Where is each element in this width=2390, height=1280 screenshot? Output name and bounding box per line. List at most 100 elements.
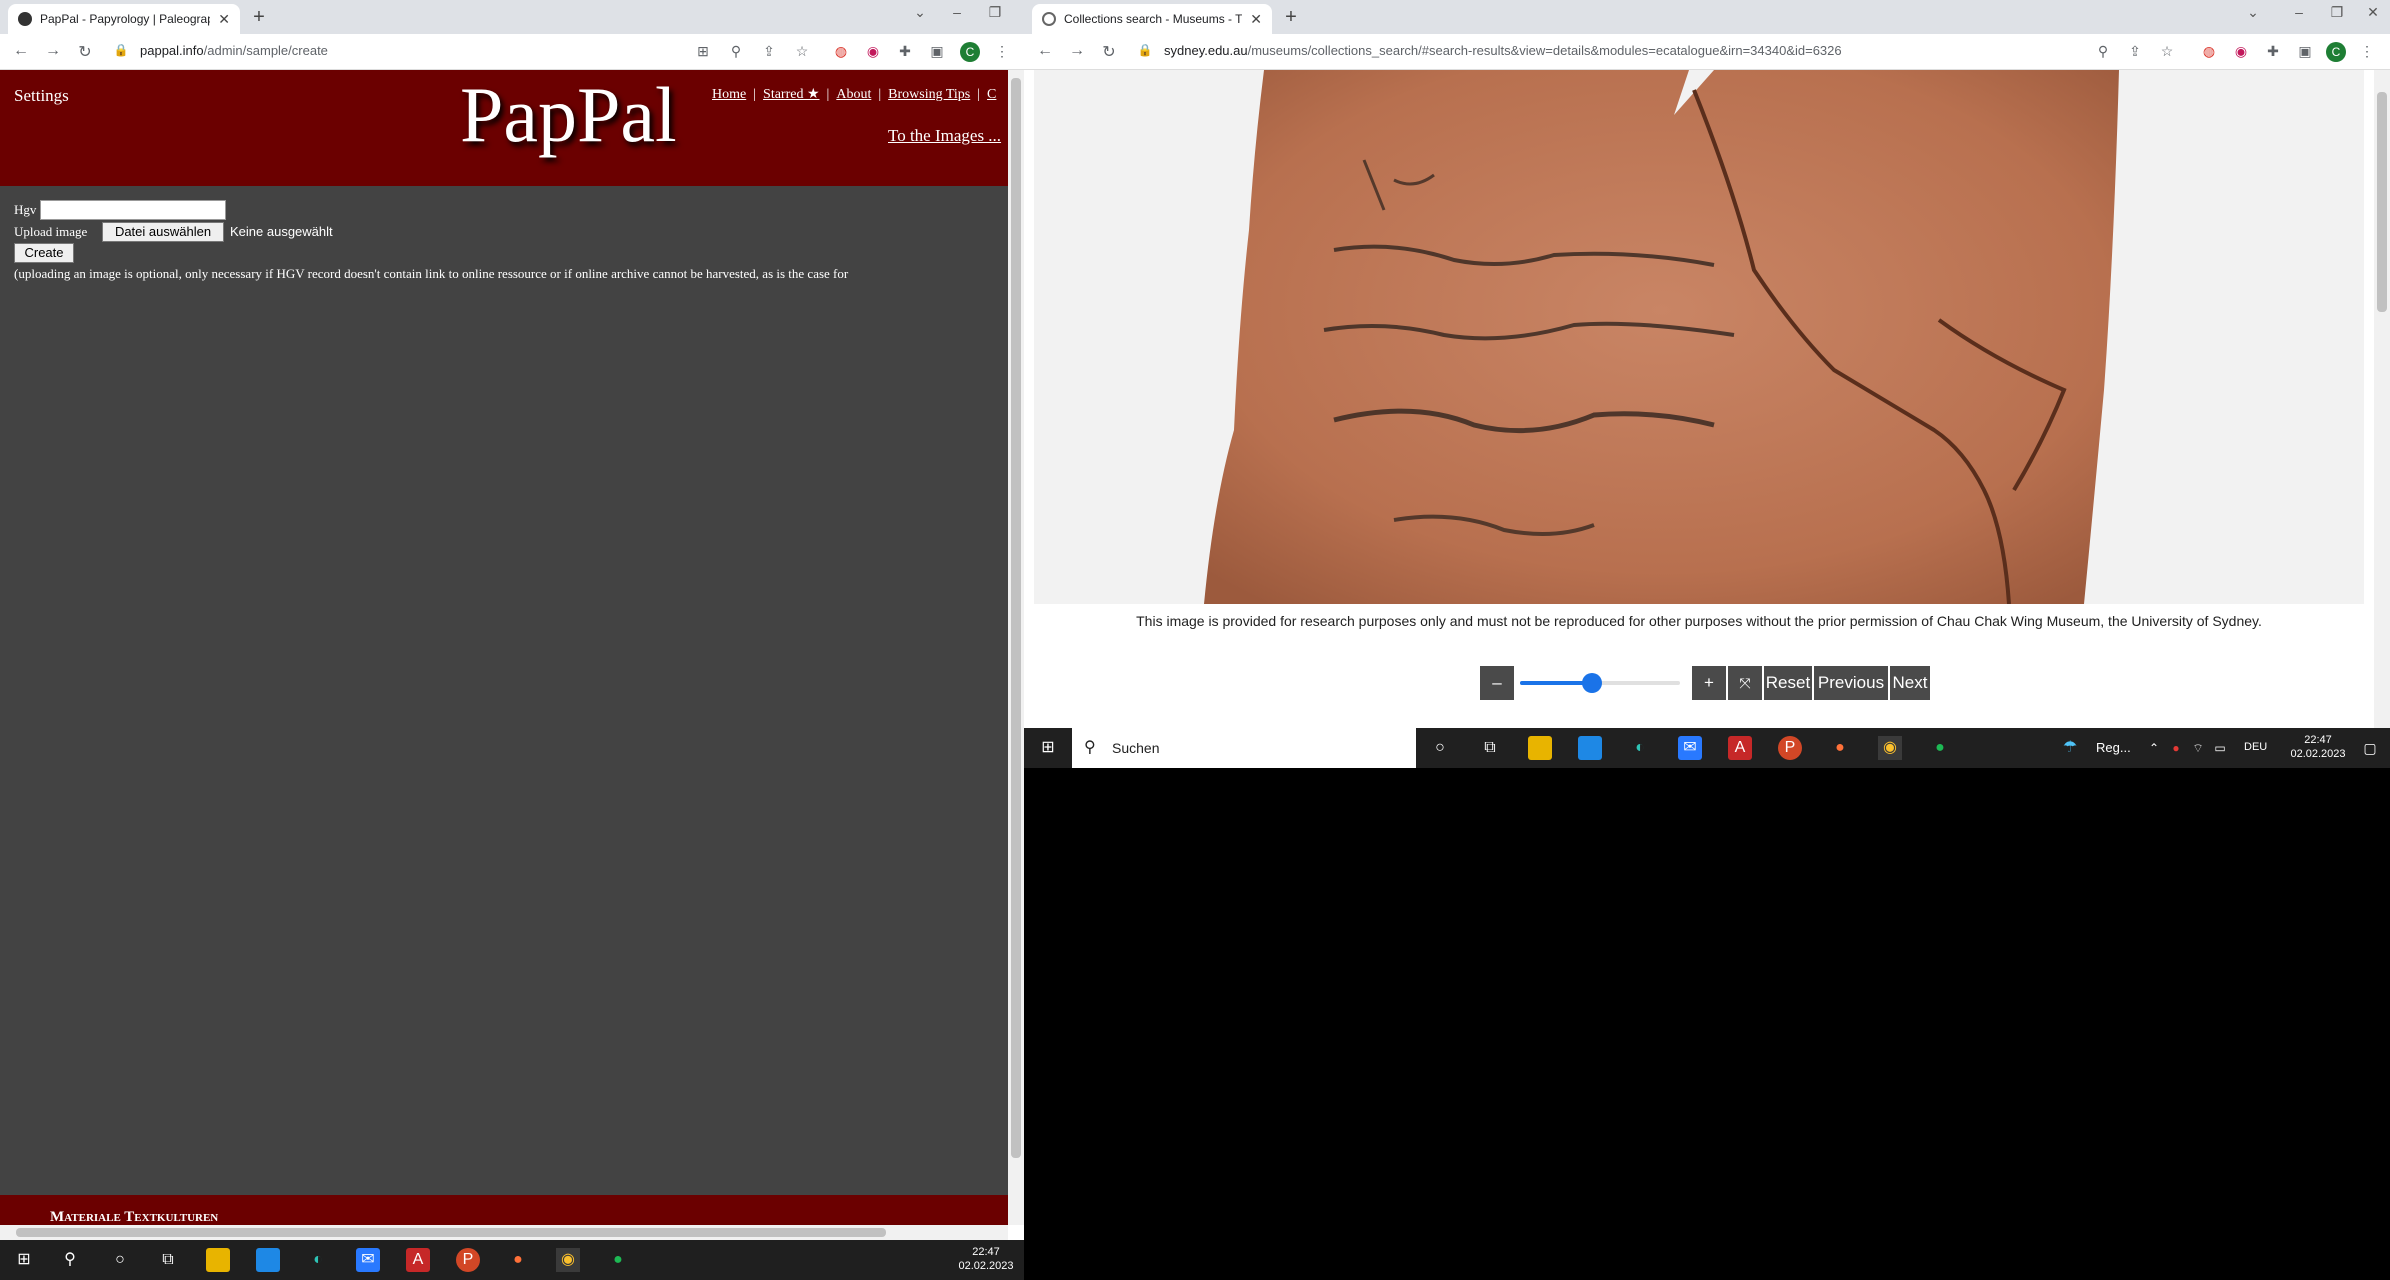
- close-tab-icon[interactable]: ✕: [218, 11, 230, 28]
- battery-icon[interactable]: ▭: [2208, 736, 2232, 760]
- vertical-scrollbar[interactable]: [1008, 70, 1024, 1225]
- scrollbar-thumb[interactable]: [2377, 92, 2387, 312]
- edge-icon[interactable]: ◐: [1628, 736, 1652, 760]
- share-icon[interactable]: ⇪: [2126, 43, 2144, 61]
- tab-search-icon[interactable]: ⌄: [905, 4, 935, 21]
- firefox-icon[interactable]: ●: [1828, 736, 1852, 760]
- taskbar-search-box[interactable]: ⚲ Suchen: [1072, 728, 1416, 768]
- tab-collections-search[interactable]: Collections search - Museums - T ✕: [1032, 4, 1272, 34]
- task-view-icon[interactable]: ⧉: [156, 1248, 180, 1272]
- firefox-icon[interactable]: ●: [506, 1248, 530, 1272]
- new-tab-button[interactable]: +: [1278, 6, 1304, 29]
- scrollbar-thumb[interactable]: [1011, 78, 1021, 1158]
- minimize-icon[interactable]: –: [2284, 4, 2314, 20]
- address-bar[interactable]: pappal.info/admin/sample/create: [140, 43, 328, 58]
- create-button[interactable]: Create: [14, 243, 74, 263]
- edge-icon[interactable]: ◐: [306, 1248, 330, 1272]
- extension-pink-icon[interactable]: ◉: [864, 43, 882, 61]
- language-indicator[interactable]: DEU: [2244, 741, 2267, 753]
- windows-start-icon[interactable]: ⊞: [1036, 736, 1060, 760]
- close-window-icon[interactable]: ✕: [1015, 4, 1024, 21]
- previous-button[interactable]: Previous: [1814, 666, 1888, 700]
- profile-avatar[interactable]: C: [2326, 42, 2346, 62]
- extension-pink-icon[interactable]: ◉: [2232, 43, 2250, 61]
- back-icon[interactable]: ←: [1034, 42, 1056, 60]
- spotify-icon[interactable]: ●: [1928, 736, 1952, 760]
- chevron-up-icon[interactable]: ⌃: [2142, 736, 2166, 760]
- extensions-puzzle-icon[interactable]: ✚: [896, 43, 914, 61]
- share-icon[interactable]: ⇪: [760, 43, 778, 61]
- powerpoint-icon[interactable]: P: [456, 1248, 480, 1272]
- file-explorer-icon[interactable]: [1528, 736, 1552, 760]
- forward-icon[interactable]: →: [1066, 42, 1088, 60]
- acrobat-icon[interactable]: A: [1728, 736, 1752, 760]
- tab-search-icon[interactable]: ⌄: [2238, 4, 2268, 21]
- fullscreen-button[interactable]: ⤧: [1728, 666, 1762, 700]
- settings-link[interactable]: Settings: [14, 86, 69, 106]
- spotify-icon[interactable]: ●: [606, 1248, 630, 1272]
- extension-red-icon[interactable]: ◍: [2200, 43, 2218, 61]
- network-alert-icon[interactable]: ●: [2164, 736, 2188, 760]
- cortana-icon[interactable]: ○: [108, 1248, 132, 1272]
- powerpoint-icon[interactable]: P: [1778, 736, 1802, 760]
- nav-starred[interactable]: Starred ★: [763, 87, 819, 102]
- store-icon[interactable]: [1578, 736, 1602, 760]
- nav-about[interactable]: About: [836, 87, 871, 102]
- close-tab-icon[interactable]: ✕: [1250, 11, 1262, 28]
- zoom-icon[interactable]: ⚲: [727, 43, 745, 61]
- notification-icon[interactable]: ▢: [2358, 736, 2382, 760]
- chrome-icon[interactable]: ◉: [556, 1248, 580, 1272]
- zoom-out-button[interactable]: –: [1480, 666, 1514, 700]
- forward-icon[interactable]: →: [42, 42, 64, 60]
- extensions-puzzle-icon[interactable]: ✚: [2264, 43, 2282, 61]
- next-button[interactable]: Next: [1890, 666, 1930, 700]
- bookmark-star-icon[interactable]: ☆: [2158, 43, 2176, 61]
- zoom-in-button[interactable]: +: [1692, 666, 1726, 700]
- weather-icon[interactable]: ☂: [2058, 736, 2082, 760]
- clock[interactable]: 22:47 02.02.2023: [2282, 733, 2354, 761]
- close-window-icon[interactable]: ✕: [2358, 4, 2388, 21]
- horizontal-scrollbar[interactable]: [0, 1225, 1008, 1240]
- nav-home[interactable]: Home: [712, 87, 746, 102]
- mail-icon[interactable]: ✉: [1678, 736, 1702, 760]
- restore-icon[interactable]: ❐: [2322, 4, 2352, 21]
- menu-kebab-icon[interactable]: ⋮: [993, 43, 1011, 61]
- store-icon[interactable]: [256, 1248, 280, 1272]
- windows-start-icon[interactable]: ⊞: [12, 1248, 36, 1272]
- vertical-scrollbar[interactable]: [2374, 70, 2390, 730]
- file-explorer-icon[interactable]: [206, 1248, 230, 1272]
- side-panel-icon[interactable]: ▣: [928, 43, 946, 61]
- minimize-icon[interactable]: –: [942, 4, 972, 20]
- task-view-icon[interactable]: ⧉: [1478, 736, 1502, 760]
- translate-icon[interactable]: ⊞: [694, 43, 712, 61]
- reload-icon[interactable]: ↻: [74, 42, 96, 62]
- ostracon-photo[interactable]: [1034, 70, 2364, 605]
- nav-browsing-tips[interactable]: Browsing Tips: [888, 87, 970, 102]
- to-the-images-link[interactable]: To the Images ...: [888, 126, 1001, 146]
- zoom-icon[interactable]: ⚲: [2094, 43, 2112, 61]
- wifi-icon[interactable]: ⌔: [2186, 736, 2210, 760]
- acrobat-icon[interactable]: A: [406, 1248, 430, 1272]
- mail-icon[interactable]: ✉: [356, 1248, 380, 1272]
- new-tab-button[interactable]: +: [246, 6, 272, 29]
- tab-pappal[interactable]: PapPal - Papyrology | Paleograph ✕: [8, 4, 240, 34]
- zoom-slider-handle[interactable]: [1582, 673, 1602, 693]
- profile-avatar[interactable]: C: [960, 42, 980, 62]
- bookmark-star-icon[interactable]: ☆: [793, 43, 811, 61]
- menu-kebab-icon[interactable]: ⋮: [2358, 43, 2376, 61]
- nav-truncated[interactable]: C: [987, 87, 996, 102]
- site-logo[interactable]: PapPal: [460, 70, 677, 160]
- hgv-input[interactable]: [40, 200, 226, 220]
- restore-icon[interactable]: ❐: [980, 4, 1010, 21]
- back-icon[interactable]: ←: [10, 42, 32, 60]
- reload-icon[interactable]: ↻: [1098, 42, 1120, 62]
- extension-red-icon[interactable]: ◍: [832, 43, 850, 61]
- choose-file-button[interactable]: Datei auswählen: [102, 222, 224, 242]
- address-bar[interactable]: sydney.edu.au/museums/collections_search…: [1164, 43, 1842, 58]
- cortana-icon[interactable]: ○: [1428, 736, 1452, 760]
- reset-button[interactable]: Reset: [1764, 666, 1812, 700]
- zoom-slider[interactable]: [1520, 673, 1680, 693]
- scrollbar-thumb[interactable]: [16, 1228, 886, 1237]
- search-icon[interactable]: ⚲: [58, 1248, 82, 1272]
- side-panel-icon[interactable]: ▣: [2296, 43, 2314, 61]
